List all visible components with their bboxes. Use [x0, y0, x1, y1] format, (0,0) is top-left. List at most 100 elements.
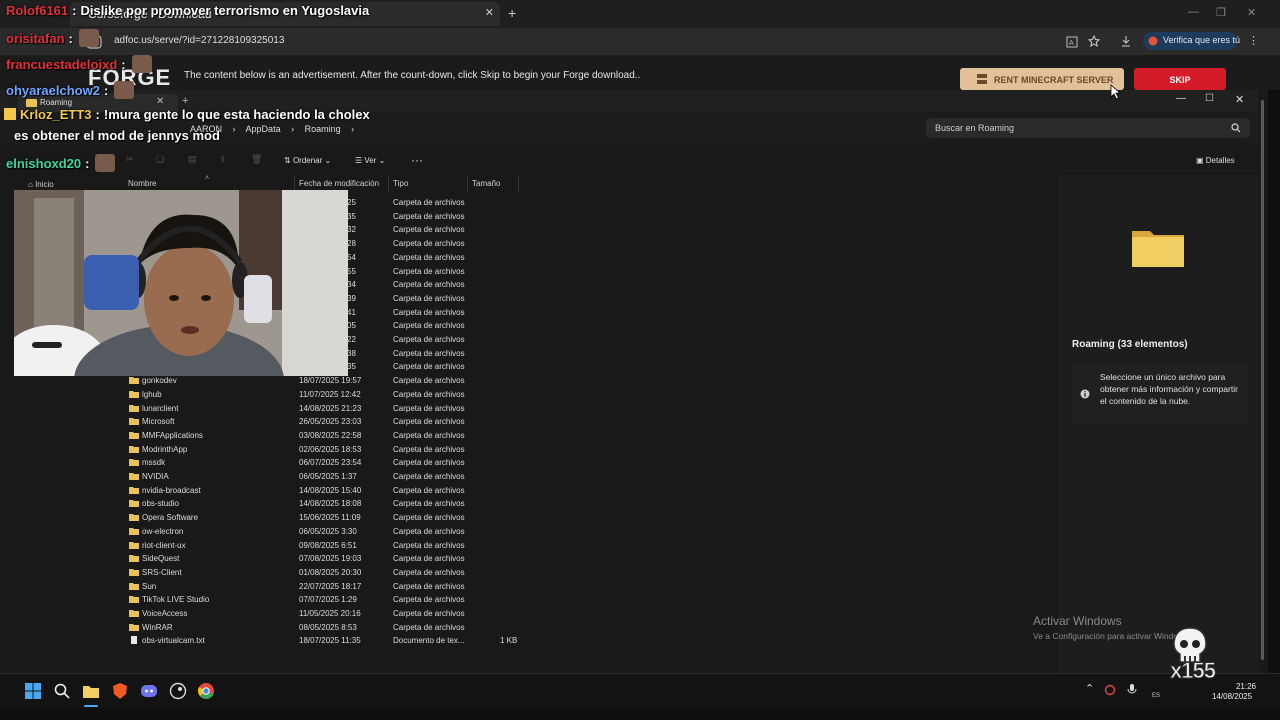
list-item[interactable]: TikTok LIVE Studio 07/07/2025 1:29 Carpe… [124, 593, 544, 607]
search-input[interactable]: Buscar en Roaming [926, 118, 1250, 138]
nav-home[interactable]: ⌂ Inicio [28, 180, 54, 189]
close-tab-icon[interactable]: ✕ [485, 6, 494, 19]
more-options-icon[interactable]: ··· [411, 153, 423, 167]
list-item[interactable]: ModrinthApp 02/06/2025 18:53 Carpeta de … [124, 443, 544, 457]
sync-icon[interactable] [1104, 684, 1116, 696]
chat-message: orisitafan: [6, 29, 99, 47]
item-type: Carpeta de archivos [393, 485, 465, 495]
item-date: 28 [347, 239, 356, 249]
list-item[interactable]: obs-virtualcam.txt 18/07/2025 11:35 Docu… [124, 634, 544, 648]
new-tab-icon[interactable]: + [182, 95, 188, 107]
column-divider[interactable] [467, 175, 468, 193]
url-input[interactable]: adfoc.us/serve/?id=271228109325013 [114, 35, 284, 46]
list-item[interactable]: Microsoft 26/05/2025 23:03 Carpeta de ar… [124, 415, 544, 429]
folder-icon [129, 500, 139, 508]
column-name[interactable]: Nombre [128, 179, 156, 188]
item-name: Sun [142, 581, 157, 591]
minimize-icon[interactable]: — [1188, 6, 1199, 18]
folder-icon [129, 555, 139, 563]
item-size: 1 KB [500, 636, 518, 646]
steam-icon[interactable] [169, 682, 187, 700]
language-indicator[interactable]: ES [1152, 693, 1160, 699]
scrollbar-thumb[interactable] [1261, 100, 1264, 660]
new-tab-icon[interactable]: + [508, 5, 516, 21]
list-item[interactable]: VoiceAccess 11/05/2025 20:16 Carpeta de … [124, 607, 544, 621]
list-item[interactable]: SideQuest 07/08/2025 19:03 Carpeta de ar… [124, 552, 544, 566]
close-window-icon[interactable]: ✕ [1247, 6, 1256, 19]
paste-icon[interactable]: ▤ [188, 154, 197, 165]
verify-button[interactable]: Verifica que eres tú [1143, 32, 1240, 50]
cut-icon[interactable]: ✂ [126, 154, 134, 165]
list-item[interactable]: ow-electron 06/05/2025 3:30 Carpeta de a… [124, 525, 544, 539]
bookmark-star-icon[interactable] [1088, 35, 1100, 47]
item-date: 18/07/2025 19:57 [299, 376, 362, 386]
discord-icon[interactable] [140, 682, 158, 700]
file-explorer-icon[interactable] [82, 682, 100, 700]
skip-button[interactable]: SKIP [1134, 68, 1226, 90]
sort-icon: ⇅ [284, 156, 293, 165]
windows-start-icon[interactable] [24, 682, 42, 700]
close-window-icon[interactable]: ✕ [1235, 93, 1244, 106]
delete-icon[interactable]: 🗑 [251, 154, 262, 165]
sort-button[interactable]: ⇅ Ordenar ⌄ [284, 156, 331, 165]
folder-icon [129, 404, 139, 412]
list-item[interactable]: riot-client-ux 09/08/2025 6:51 Carpeta d… [124, 539, 544, 553]
browser-menu-icon[interactable]: ⋮ [1248, 34, 1259, 47]
list-item[interactable]: nvidia-broadcast 14/08/2025 15:40 Carpet… [124, 484, 544, 498]
microphone-icon[interactable] [1127, 684, 1137, 696]
breadcrumb-appdata[interactable]: AppData [246, 124, 281, 134]
list-item[interactable]: Sun 22/07/2025 18:17 Carpeta de archivos [124, 580, 544, 594]
search-icon[interactable] [53, 682, 71, 700]
item-date: 07/08/2025 19:03 [299, 554, 362, 564]
item-name: SRS-Client [142, 567, 182, 577]
download-icon[interactable] [1120, 35, 1132, 47]
translate-icon[interactable]: A [1066, 36, 1078, 48]
column-divider[interactable] [388, 175, 389, 193]
brave-icon[interactable] [111, 682, 129, 700]
list-item[interactable]: NVIDIA 06/05/2025 1:37 Carpeta de archiv… [124, 470, 544, 484]
column-date[interactable]: Fecha de modificación [299, 179, 379, 188]
chat-username: elnishoxd20 [6, 156, 82, 171]
clock-date[interactable]: 14/08/2025 [1212, 692, 1252, 701]
column-type[interactable]: Tipo [393, 179, 408, 188]
list-item[interactable]: lunarclient 14/08/2025 21:23 Carpeta de … [124, 402, 544, 416]
breadcrumb-chevron[interactable]: › [351, 124, 354, 134]
share-icon[interactable]: ⇪ [219, 154, 227, 165]
list-item[interactable]: lghub 11/07/2025 12:42 Carpeta de archiv… [124, 388, 544, 402]
list-item[interactable]: mssdk 06/07/2025 23:54 Carpeta de archiv… [124, 456, 544, 470]
item-type: Carpeta de archivos [393, 335, 465, 344]
scrollbar[interactable] [1258, 90, 1268, 673]
list-item[interactable]: MMFApplications 03/08/2025 22:58 Carpeta… [124, 429, 544, 443]
breadcrumb-separator: › [291, 124, 295, 134]
list-item[interactable]: Opera Software 15/06/2025 11:09 Carpeta … [124, 511, 544, 525]
list-item[interactable]: obs-studio 14/08/2025 18:08 Carpeta de a… [124, 497, 544, 511]
item-name: ow-electron [142, 526, 184, 536]
folder-icon [129, 390, 139, 398]
maximize-icon[interactable]: ☐ [1205, 93, 1214, 104]
chrome-icon[interactable] [197, 682, 215, 700]
chat-username: francuestadeloixd [6, 57, 118, 72]
column-size[interactable]: Tamaño [472, 179, 500, 188]
item-date: 35 [347, 362, 356, 372]
copy-icon[interactable]: ❏ [156, 154, 164, 165]
rent-server-button[interactable]: RENT MINECRAFT SERVER [960, 68, 1124, 90]
breadcrumb-roaming[interactable]: Roaming [305, 124, 341, 134]
chat-username: Rolof6161 [6, 3, 69, 18]
maximize-icon[interactable]: ❐ [1216, 6, 1226, 19]
list-item[interactable]: SRS-Client 01/08/2025 20:30 Carpeta de a… [124, 566, 544, 580]
chevron-up-icon[interactable]: ⌃ [1085, 682, 1094, 695]
text-file-icon [131, 636, 137, 645]
list-item[interactable]: gonkodev 18/07/2025 19:57 Carpeta de arc… [124, 374, 544, 388]
minimize-icon[interactable]: — [1176, 93, 1186, 104]
close-tab-icon[interactable]: ✕ [156, 96, 164, 107]
list-item[interactable]: WinRAR 08/05/2025 8:53 Carpeta de archiv… [124, 621, 544, 635]
view-button[interactable]: ☰ Ver ⌄ [355, 156, 385, 165]
svg-text:A: A [1069, 40, 1074, 47]
file-explorer-window: Roaming ✕ + — ☐ ✕ AARON › AppData › Roam… [0, 90, 1258, 673]
details-pane-icon: ▣ [1196, 156, 1206, 165]
column-divider[interactable] [518, 175, 519, 193]
chat-separator: : [121, 57, 126, 72]
server-icon [977, 74, 987, 84]
clock-time[interactable]: 21:26 [1226, 682, 1256, 691]
details-button[interactable]: ▣ Detalles [1196, 156, 1235, 165]
